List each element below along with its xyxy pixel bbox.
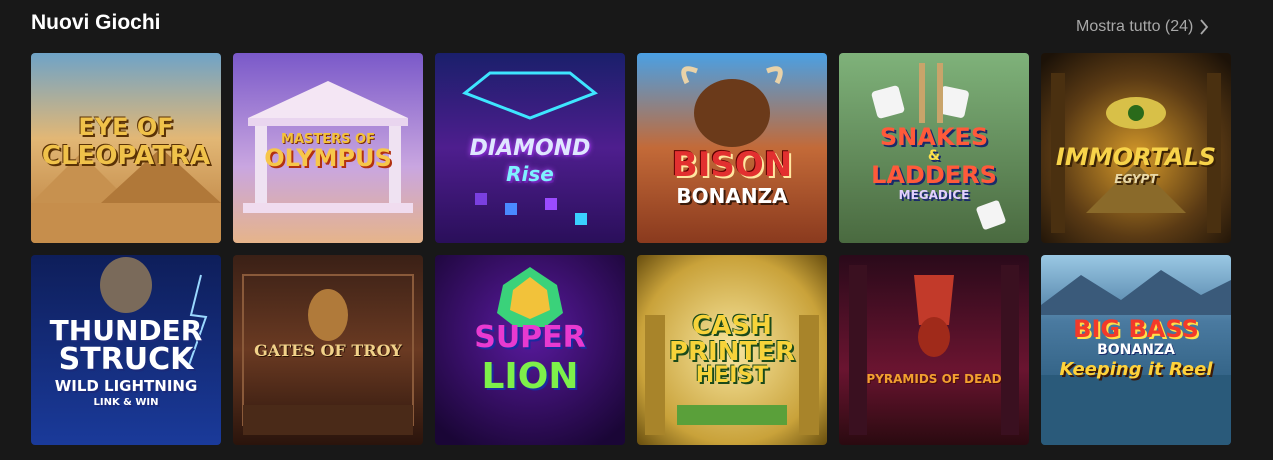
chevron-right-icon	[1200, 19, 1209, 35]
game-title-line1: Super	[474, 320, 586, 355]
game-title-line2: Bonanza	[1097, 342, 1175, 358]
game-tile-masters-of-olympus[interactable]: Masters of Olympus	[233, 53, 423, 243]
show-all-link[interactable]: Mostra tutto (24)	[1076, 18, 1209, 36]
game-title-line1: Bison	[671, 145, 793, 185]
game-tile-big-bass-bonanza[interactable]: Big Bass Bonanza Keeping it Reel	[1041, 255, 1231, 445]
game-title-line2: Cleopatra	[41, 141, 211, 171]
game-title-line1: Snakes	[879, 123, 989, 151]
game-title-line1: Cash	[692, 311, 772, 341]
game-title-line2: Egypt	[1114, 172, 1158, 186]
game-title-line2: Bonanza	[676, 184, 788, 208]
game-title-line3: Keeping it Reel	[1059, 359, 1213, 380]
game-tile-cash-printer-heist[interactable]: Cash Printer Heist	[637, 255, 827, 445]
game-title-line4: Link & Win	[93, 397, 159, 408]
game-tile-gates-of-troy[interactable]: Gates of Troy	[233, 255, 423, 445]
game-title-line3: Megadice	[898, 188, 970, 202]
game-title-line1: Pyramids of Dead	[866, 372, 1002, 386]
section-title: Nuovi Giochi	[31, 11, 161, 34]
game-title-line1: Thunder	[49, 314, 203, 347]
game-title-line2: Rise	[506, 162, 554, 186]
game-title-line1: Big Bass	[1073, 315, 1199, 343]
game-title-line1: Eye of	[78, 113, 174, 141]
game-title-line2: Printer	[668, 337, 796, 367]
game-title-line1: Diamond	[469, 136, 591, 161]
game-title-line2: Lion	[481, 356, 579, 397]
game-title-line2: Ladders	[871, 161, 997, 189]
games-grid: Eye of Cleopatra Masters of Olympus	[31, 53, 1231, 445]
game-tile-super-lion[interactable]: Super Lion	[435, 255, 625, 445]
game-tile-immortals-egypt[interactable]: Immortals Egypt	[1041, 53, 1231, 243]
game-tile-diamond-rise[interactable]: Diamond Rise	[435, 53, 625, 243]
game-title-line1: Gates of Troy	[254, 341, 402, 360]
game-tile-eye-of-cleopatra[interactable]: Eye of Cleopatra	[31, 53, 221, 243]
game-tile-thunderstruck[interactable]: Thunder Struck Wild Lightning Link & Win	[31, 255, 221, 445]
game-title-line3: Wild Lightning	[54, 377, 198, 395]
game-title-line2: Olympus	[264, 144, 392, 172]
game-title-line2: Struck	[58, 342, 194, 377]
game-artwork	[839, 255, 1029, 445]
game-title-line3: Heist	[695, 363, 769, 388]
show-all-label: Mostra tutto (24)	[1076, 18, 1194, 35]
game-tile-bison-bonanza[interactable]: Bison Bonanza	[637, 53, 827, 243]
game-tile-pyramids-of-dead[interactable]: Pyramids of Dead	[839, 255, 1029, 445]
game-tile-snakes-ladders[interactable]: Snakes & Ladders Megadice	[839, 53, 1029, 243]
game-title-line1: Immortals	[1055, 143, 1217, 171]
